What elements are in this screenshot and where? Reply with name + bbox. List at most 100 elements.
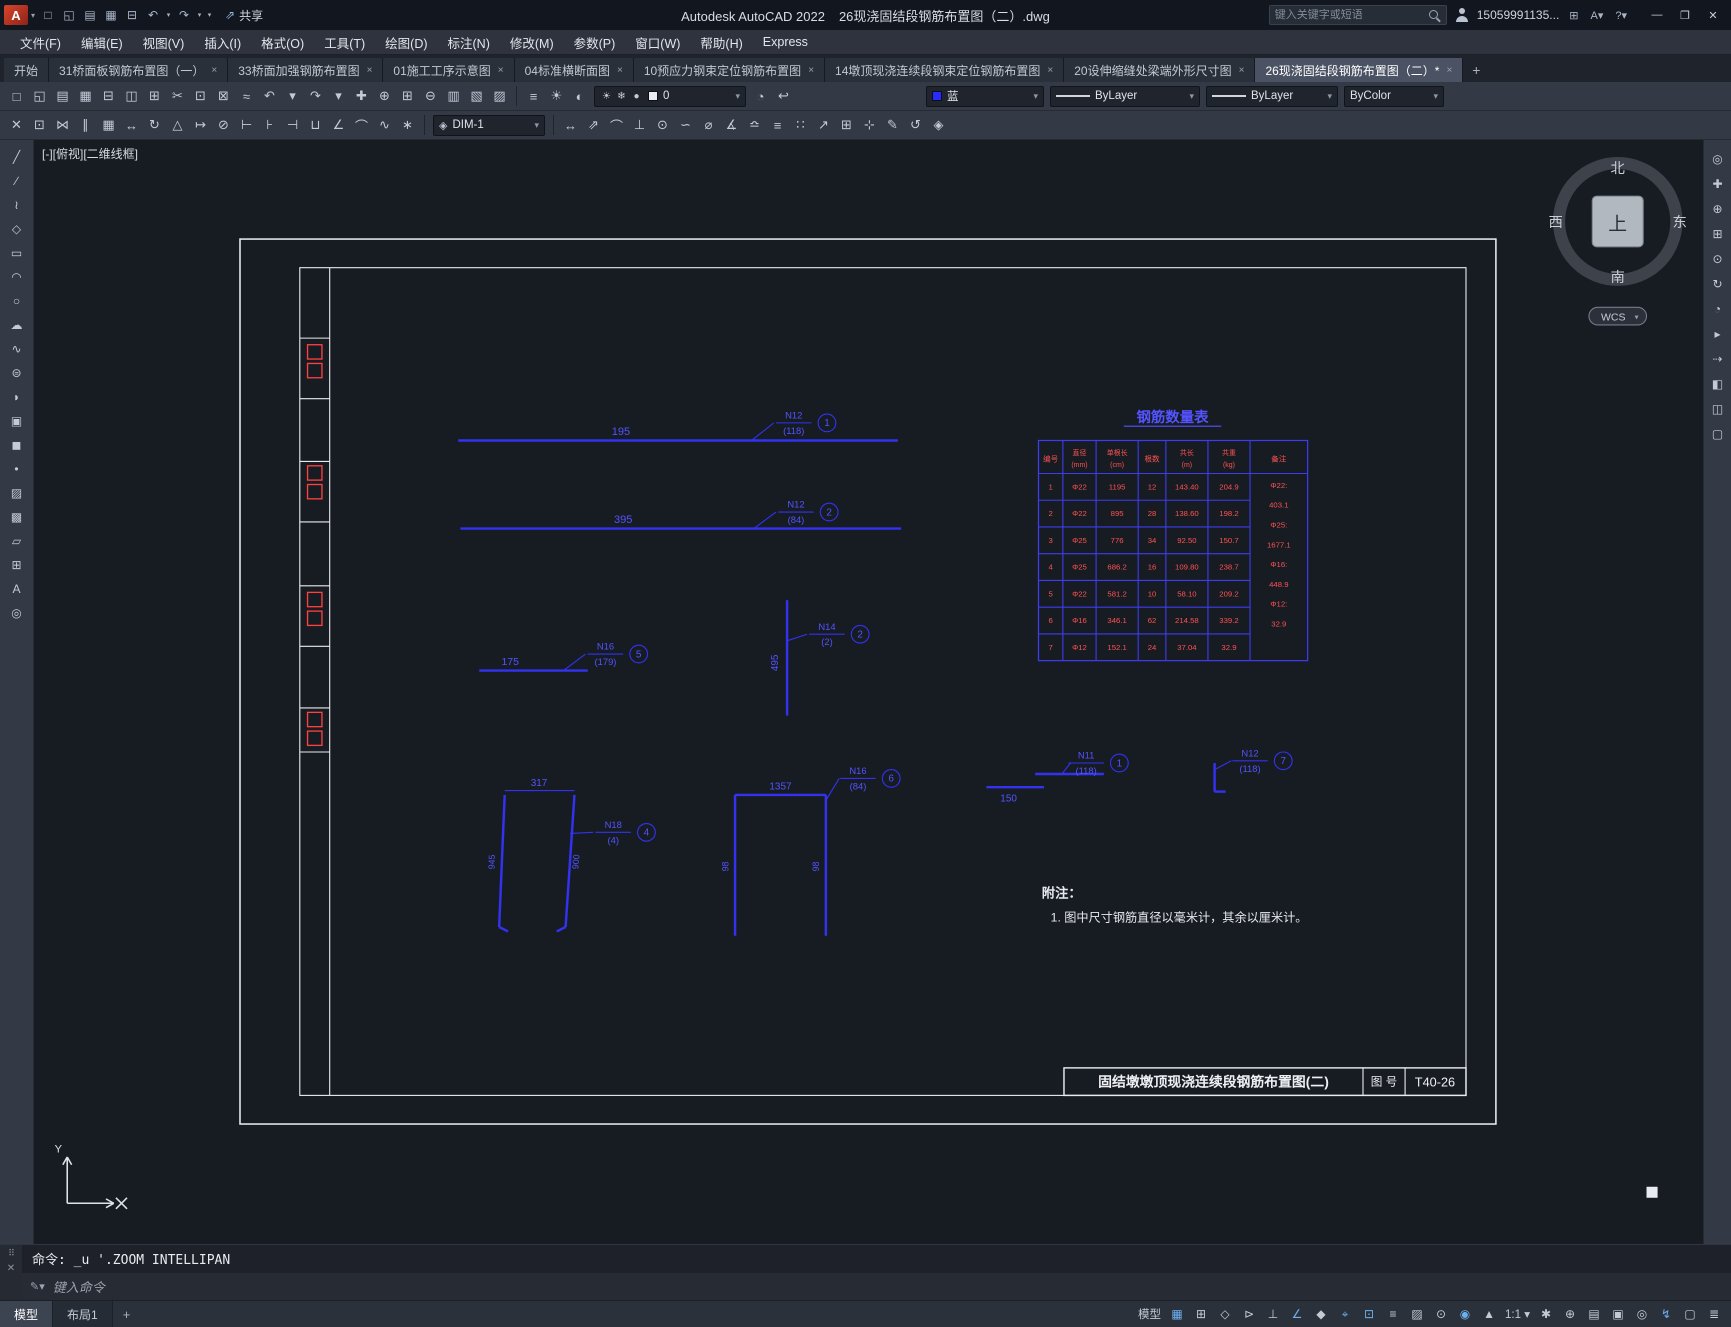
- layout-tab-0[interactable]: 模型: [0, 1301, 54, 1327]
- redo-icon[interactable]: ↷: [304, 85, 327, 108]
- search-box[interactable]: [1268, 5, 1447, 25]
- insert-block-icon[interactable]: ▣: [6, 410, 28, 432]
- drawing-canvas[interactable]: [-][俯视][二维线框] 195 395 175 495 317 945 90…: [34, 140, 1703, 1244]
- qat-redo-arrow-icon[interactable]: ▾: [195, 5, 204, 25]
- quick-properties-icon[interactable]: ▤: [1583, 1304, 1605, 1325]
- new-layout-button[interactable]: +: [113, 1301, 141, 1327]
- viewcube-west-label[interactable]: 西: [1549, 215, 1563, 231]
- polyline-icon[interactable]: ≀: [6, 194, 28, 216]
- command-close-icon[interactable]: ✕: [7, 1263, 15, 1274]
- menu-item-5[interactable]: 工具(T): [314, 30, 375, 54]
- viewcube-east-label[interactable]: 东: [1673, 214, 1687, 231]
- drawing-tab-3[interactable]: 01施工工序示意图 ×: [383, 58, 515, 82]
- rectangle-icon[interactable]: ▭: [6, 242, 28, 264]
- customization-icon[interactable]: ≣: [1703, 1304, 1725, 1325]
- zoom-realtime-icon[interactable]: ⊕: [373, 85, 396, 108]
- command-grip-handle[interactable]: ⠿: [8, 1248, 15, 1259]
- minimize-button[interactable]: —: [1643, 3, 1671, 27]
- clean-screen-icon[interactable]: ▢: [1679, 1304, 1701, 1325]
- erase-icon[interactable]: ✕: [5, 114, 28, 137]
- offset-icon[interactable]: ∥: [74, 114, 97, 137]
- help-icon[interactable]: ?▾: [1613, 9, 1629, 22]
- qat-undo-icon[interactable]: ↶: [143, 5, 163, 25]
- object-snap-icon[interactable]: ⊡: [1358, 1304, 1380, 1325]
- revision-cloud-icon[interactable]: ☁: [6, 314, 28, 336]
- tab-close-icon[interactable]: ×: [1047, 65, 1053, 76]
- selection-cycling-icon[interactable]: ⊙: [1430, 1304, 1452, 1325]
- gradient-icon[interactable]: ▩: [6, 506, 28, 528]
- layer-states-icon[interactable]: ☀: [545, 85, 568, 108]
- tab-close-icon[interactable]: ×: [211, 65, 217, 76]
- pan-icon[interactable]: ✚: [350, 85, 373, 108]
- jogged-icon[interactable]: ∽: [674, 114, 697, 137]
- zoom-extents-icon[interactable]: ⊕: [1707, 198, 1729, 220]
- search-input[interactable]: [1274, 9, 1428, 21]
- drawing-tab-5[interactable]: 10预应力钢束定位钢筋布置图 ×: [633, 58, 826, 82]
- dimension-edit-icon[interactable]: ✎: [881, 114, 904, 137]
- tab-close-icon[interactable]: ×: [498, 65, 504, 76]
- viewcube-south-label[interactable]: 南: [1611, 269, 1625, 286]
- viewport-controls[interactable]: [-][俯视][二维线框]: [42, 145, 138, 162]
- ellipse-arc-icon[interactable]: ◗: [6, 386, 28, 408]
- leader-icon[interactable]: ↗: [812, 114, 835, 137]
- ordinate-icon[interactable]: ⊥: [628, 114, 651, 137]
- tolerance-icon[interactable]: ⊞: [835, 114, 858, 137]
- quick-dimension-icon[interactable]: ≏: [743, 114, 766, 137]
- redo-list-icon[interactable]: ▾: [327, 85, 350, 108]
- drawing-tab-0[interactable]: 开始: [4, 58, 50, 82]
- viewport-grip[interactable]: [1646, 1186, 1658, 1198]
- arc-length-icon[interactable]: ⌒: [605, 114, 628, 137]
- qat-customize-icon[interactable]: ▾: [205, 5, 214, 25]
- designcenter-icon[interactable]: ▧: [465, 85, 488, 108]
- search-icon[interactable]: [1428, 9, 1441, 22]
- free-orbit-icon[interactable]: ◔: [1707, 298, 1729, 320]
- menu-item-2[interactable]: 视图(V): [133, 30, 195, 54]
- copy-clip-icon[interactable]: ⊡: [189, 85, 212, 108]
- layer-previous-icon[interactable]: ↩: [772, 85, 795, 108]
- menu-item-3[interactable]: 插入(I): [194, 30, 251, 54]
- tab-close-icon[interactable]: ×: [617, 65, 623, 76]
- measure-icon[interactable]: ⇢: [1707, 348, 1729, 370]
- orbit-icon[interactable]: ↻: [1707, 273, 1729, 295]
- showmotion-icon[interactable]: ▸: [1707, 323, 1729, 345]
- open-icon[interactable]: ◱: [28, 85, 51, 108]
- app-store-icon[interactable]: ⊞: [1567, 9, 1580, 22]
- plot-preview-icon[interactable]: ◫: [120, 85, 143, 108]
- tool-palettes-icon[interactable]: ▨: [488, 85, 511, 108]
- zoom-window-icon[interactable]: ⊞: [1707, 223, 1729, 245]
- match-properties-icon[interactable]: ≈: [235, 85, 258, 108]
- infer-constraints-icon[interactable]: ◇: [1214, 1304, 1236, 1325]
- spline-icon[interactable]: ∿: [6, 338, 28, 360]
- arc-icon[interactable]: ◠: [6, 266, 28, 288]
- aligned-dimension-icon[interactable]: ⇗: [582, 114, 605, 137]
- qat-undo-arrow-icon[interactable]: ▾: [164, 5, 173, 25]
- annotation-monitor-icon[interactable]: ⊕: [1559, 1304, 1581, 1325]
- trim-icon[interactable]: ⊘: [212, 114, 235, 137]
- command-input-row[interactable]: ✎▾ 键入命令: [22, 1272, 1731, 1300]
- section-icon[interactable]: ◧: [1707, 373, 1729, 395]
- graphics-performance-icon[interactable]: ↯: [1655, 1304, 1677, 1325]
- paste-icon[interactable]: ⊠: [212, 85, 235, 108]
- qat-redo-icon[interactable]: ↷: [174, 5, 194, 25]
- join-icon[interactable]: ⊔: [304, 114, 327, 137]
- annotation-scale-button[interactable]: 1:1 ▾: [1502, 1304, 1533, 1325]
- maximize-button[interactable]: ❐: [1671, 3, 1699, 27]
- model-paper-toggle[interactable]: 模型: [1135, 1304, 1164, 1325]
- mirror-icon[interactable]: ⋈: [51, 114, 74, 137]
- layer-lock-icon[interactable]: ●: [630, 89, 643, 104]
- qat-save-icon[interactable]: ▤: [80, 5, 100, 25]
- command-customize-icon[interactable]: ✎▾: [30, 1280, 45, 1293]
- move-icon[interactable]: ↔: [120, 114, 143, 137]
- line-icon[interactable]: ╱: [6, 146, 28, 168]
- layout-tab-1[interactable]: 布局1: [53, 1301, 113, 1327]
- properties-icon[interactable]: ▥: [442, 85, 465, 108]
- workspace-switching-icon[interactable]: ✱: [1535, 1304, 1557, 1325]
- snap-mode-icon[interactable]: ⊞: [1190, 1304, 1212, 1325]
- user-id[interactable]: 15059991135...: [1477, 8, 1560, 22]
- polar-tracking-icon[interactable]: ∠: [1286, 1304, 1308, 1325]
- menu-item-10[interactable]: 窗口(W): [625, 30, 690, 54]
- break-at-point-icon[interactable]: ⊦: [258, 114, 281, 137]
- qat-open-icon[interactable]: ◱: [59, 5, 79, 25]
- diameter-dimension-icon[interactable]: ⌀: [697, 114, 720, 137]
- angular-dimension-icon[interactable]: ∡: [720, 114, 743, 137]
